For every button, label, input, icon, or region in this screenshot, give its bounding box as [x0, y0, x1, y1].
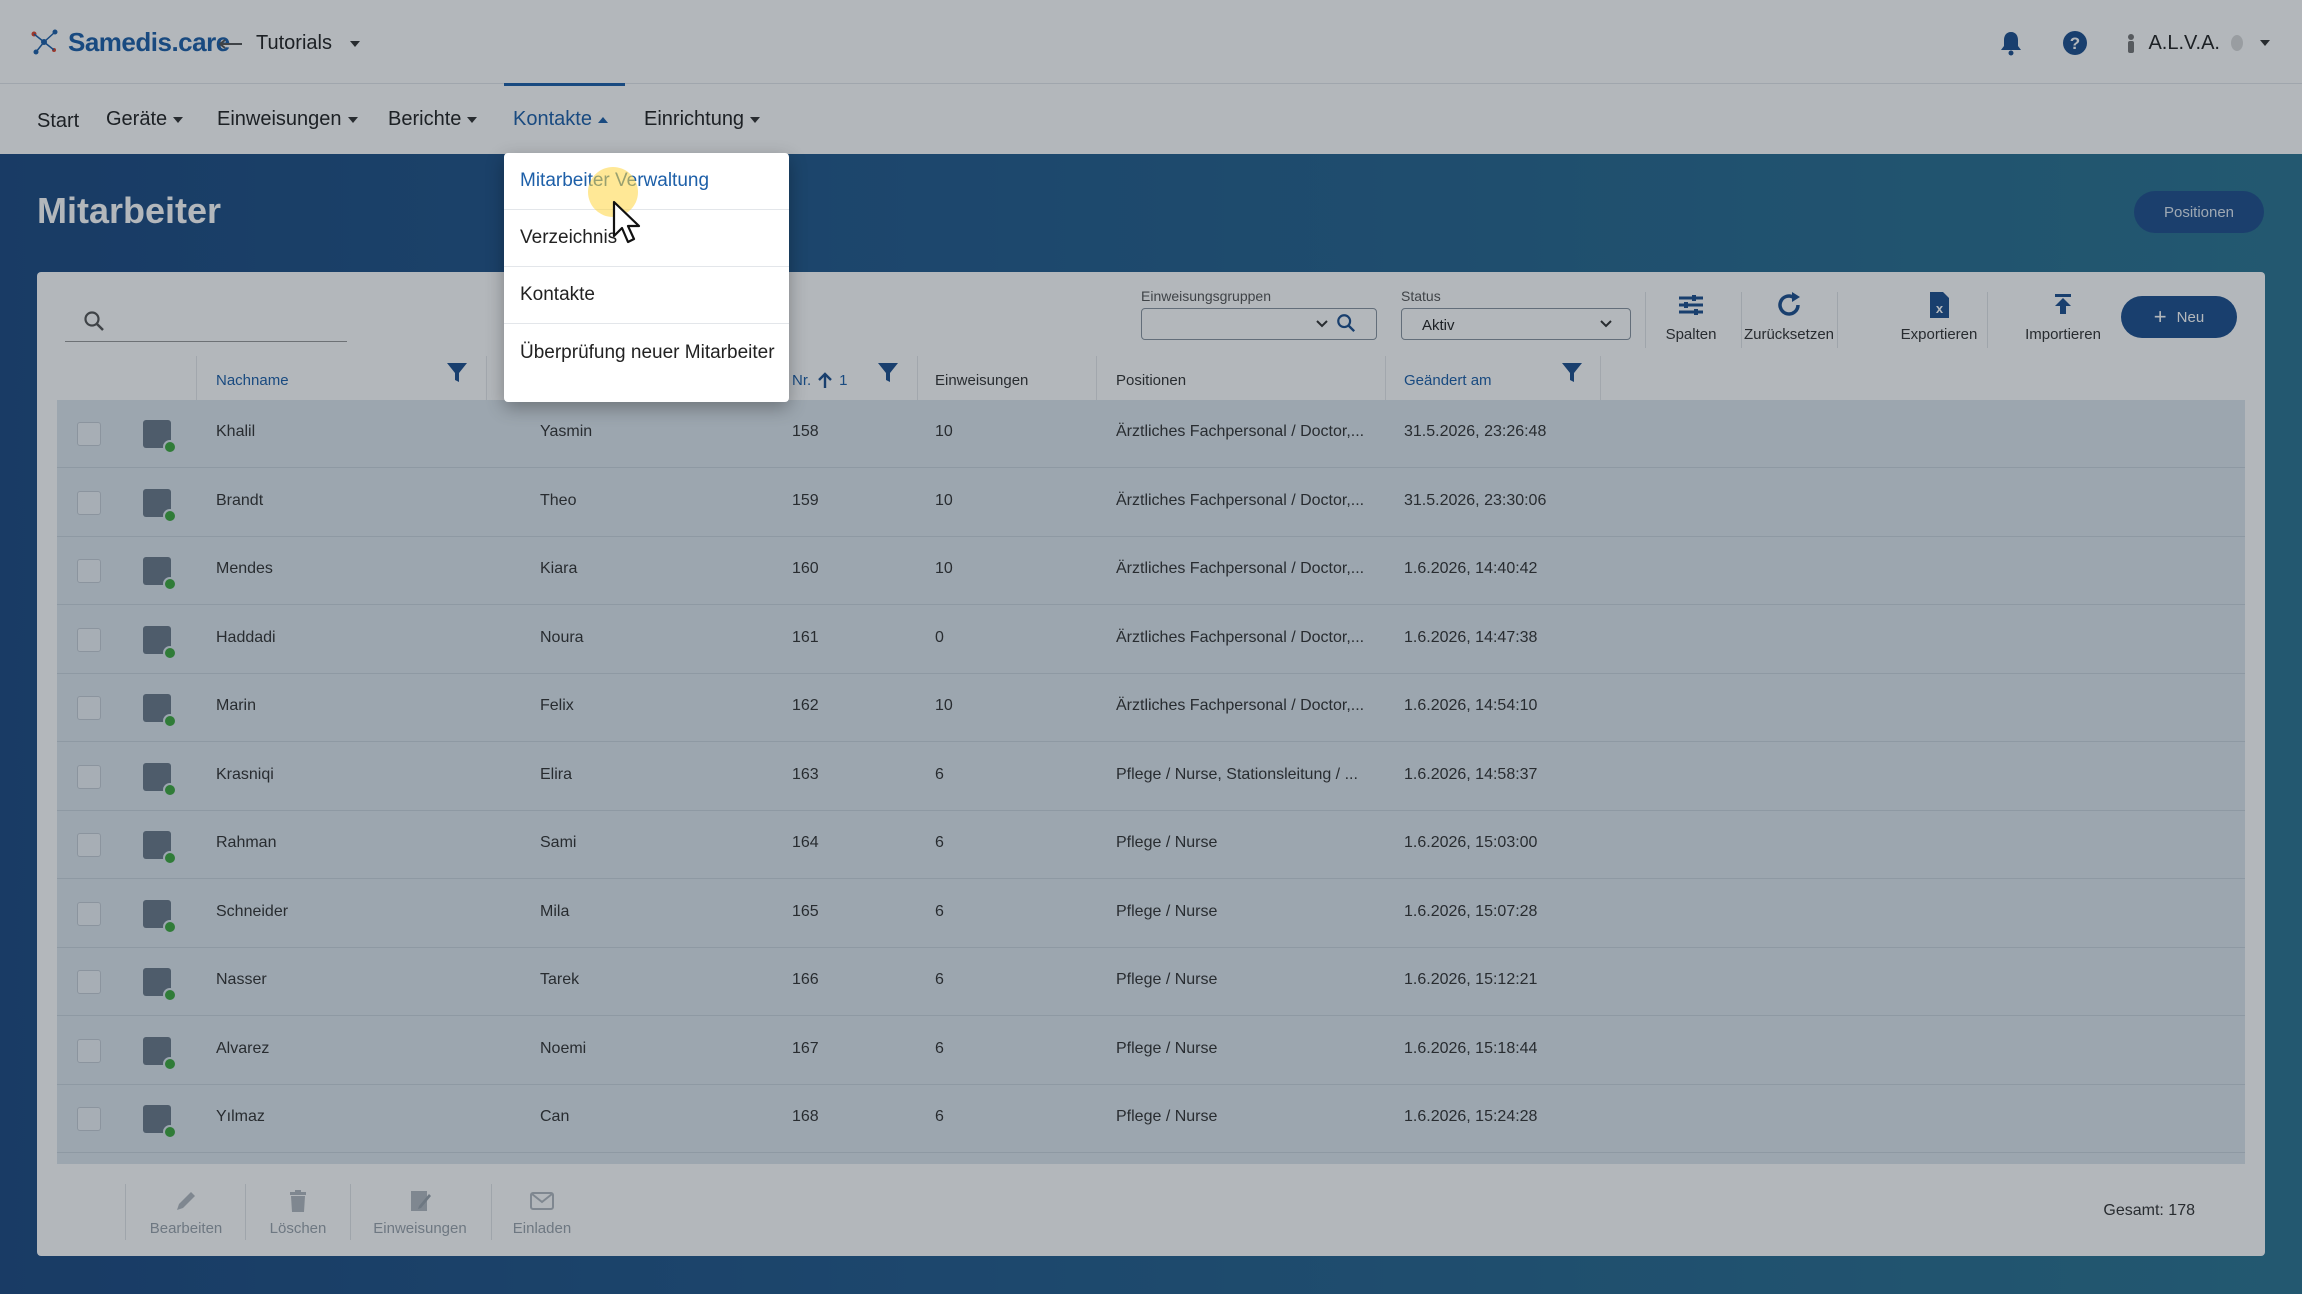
- menu-backdrop[interactable]: [0, 0, 2302, 1294]
- menu-item-contacts[interactable]: Kontakte: [504, 267, 789, 324]
- menu-item-employee-management[interactable]: Mitarbeiter Verwaltung: [504, 153, 789, 210]
- menu-item-directory[interactable]: Verzeichnis: [504, 210, 789, 267]
- mouse-cursor-icon: [612, 200, 641, 244]
- contacts-dropdown-menu: Mitarbeiter Verwaltung Verzeichnis Konta…: [504, 153, 789, 402]
- menu-item-new-employee-review[interactable]: Überprüfung neuer Mitarbeiter: [504, 324, 789, 381]
